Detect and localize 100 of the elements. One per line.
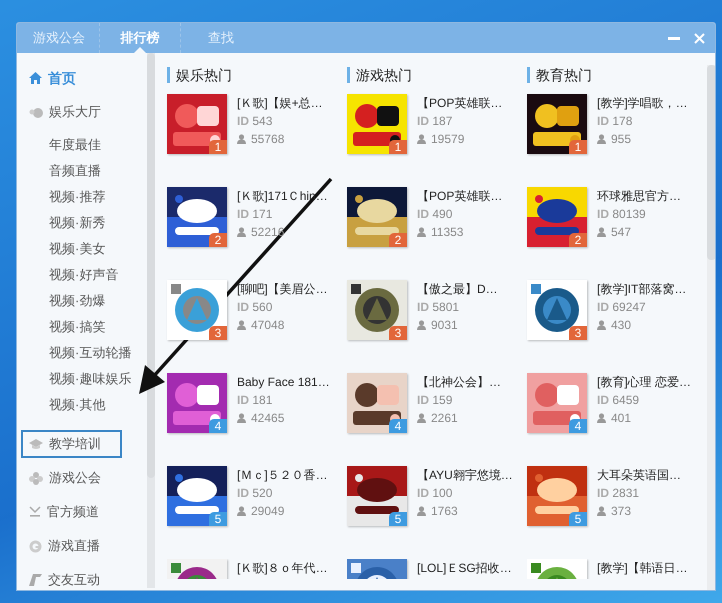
user-icon xyxy=(597,506,606,516)
room-title[interactable]: [教学]IT部落窝… xyxy=(597,280,686,298)
room-title[interactable]: [Ｍｃ]５２０香… xyxy=(237,466,328,484)
user-icon xyxy=(237,320,246,330)
rank-badge: 3 xyxy=(389,326,407,340)
rank-badge: 5 xyxy=(209,512,227,526)
tray-icon xyxy=(29,506,41,518)
close-icon[interactable] xyxy=(694,32,705,44)
sound-icon xyxy=(29,106,43,118)
room-id: ID 6459 xyxy=(597,392,640,409)
user-icon xyxy=(417,320,426,330)
room-title[interactable]: 【POP英雄联… xyxy=(417,187,502,205)
user-count: 2261 xyxy=(431,410,458,427)
user-icon xyxy=(237,506,246,516)
rank-badge: 2 xyxy=(389,233,407,247)
room-title[interactable]: [聊吧]【美眉公… xyxy=(237,280,328,298)
user-count: 55768 xyxy=(251,131,284,148)
rank-badge: 5 xyxy=(569,512,587,526)
user-count: 373 xyxy=(611,503,632,520)
column-title: 游戏热门 xyxy=(356,66,412,84)
sidebar-subitem[interactable]: 视频·好声音 xyxy=(21,262,145,288)
column-title: 娱乐热门 xyxy=(176,66,232,84)
rank-badge: 4 xyxy=(569,419,587,433)
room-id: ID 181 xyxy=(237,392,272,409)
room-title[interactable]: 环球雅思官方… xyxy=(597,187,681,205)
graduation-cap-icon xyxy=(29,438,43,450)
room-id: ID 159 xyxy=(417,392,452,409)
rank-badge: 3 xyxy=(209,326,227,340)
sidebar-subitem[interactable]: 音频直播 xyxy=(21,158,145,184)
room-title[interactable]: [教学]学唱歌，… xyxy=(597,94,688,112)
user-icon xyxy=(597,227,606,237)
user-count: 29049 xyxy=(251,503,284,520)
user-count: 47048 xyxy=(251,317,284,334)
sidebar-subitem[interactable]: 视频·美女 xyxy=(21,236,145,262)
sidebar-subitem[interactable]: 年度最佳 xyxy=(21,132,145,158)
room-title[interactable]: [教学]【韩语日… xyxy=(597,559,688,577)
rank-badge: 1 xyxy=(209,140,227,154)
minimize-icon[interactable] xyxy=(668,36,680,40)
room-id: ID 520 xyxy=(237,485,272,502)
room-title[interactable]: 【AYU翱宇悠境… xyxy=(417,466,513,484)
sidebar-subitem[interactable]: 视频·劲爆 xyxy=(21,288,145,314)
sidebar-subitem[interactable]: 视频·互动轮播 xyxy=(21,340,145,366)
room-title[interactable]: 【POP英雄联… xyxy=(417,94,502,112)
room-title[interactable]: 大耳朵英语国… xyxy=(597,466,681,484)
user-count: 9031 xyxy=(431,317,458,334)
rank-badge: 2 xyxy=(569,233,587,247)
sidebar-item[interactable]: 游戏公会 xyxy=(21,464,122,492)
user-count: 430 xyxy=(611,317,632,334)
sidebar-item[interactable]: 教学培训 xyxy=(21,430,122,458)
scrollbar[interactable] xyxy=(707,65,715,590)
user-count: 401 xyxy=(611,410,632,427)
user-icon xyxy=(597,134,606,144)
room-title[interactable]: [LOL]ＥSG招收… xyxy=(417,559,512,577)
room-id: ID 80139 xyxy=(597,206,646,223)
room-id: ID 2831 xyxy=(597,485,640,502)
sidebar-subitem[interactable]: 视频·搞笑 xyxy=(21,314,145,340)
room-title[interactable]: [教育]心理 恋爱… xyxy=(597,373,692,391)
room-title[interactable]: 【北神公会】… xyxy=(417,373,501,391)
room-id: ID 543 xyxy=(237,113,272,130)
rank-badge: 1 xyxy=(569,140,587,154)
room-title[interactable]: [Ｋ歌]【娱+总… xyxy=(237,94,323,112)
room-title[interactable]: Baby Face 181… xyxy=(237,373,330,391)
rank-badge: 5 xyxy=(389,512,407,526)
room-title[interactable]: 【傲之最】D… xyxy=(417,280,498,298)
room-id: ID 171 xyxy=(237,206,272,223)
sidebar-subitem[interactable]: 视频·推荐 xyxy=(21,184,145,210)
sidebar-item[interactable]: 交友互动 xyxy=(21,566,122,590)
rank-badge: 4 xyxy=(209,419,227,433)
sidebar-item[interactable]: 娱乐大厅 xyxy=(21,98,122,126)
rank-badge: 1 xyxy=(389,140,407,154)
rank-badge: 4 xyxy=(389,419,407,433)
user-count: 547 xyxy=(611,224,632,241)
room-id: ID 69247 xyxy=(597,299,646,316)
sidebar-subitem[interactable]: 视频·其他 xyxy=(21,392,145,418)
room-id: ID 560 xyxy=(237,299,272,316)
room-id: ID 5801 xyxy=(417,299,460,316)
user-icon xyxy=(417,227,426,237)
sidebar-subitem[interactable]: 视频·趣味娱乐 xyxy=(21,366,145,392)
user-count: 955 xyxy=(611,131,632,148)
user-icon xyxy=(237,134,246,144)
user-icon xyxy=(237,413,246,423)
user-count: 1763 xyxy=(431,503,458,520)
rank-badge: 2 xyxy=(209,233,227,247)
sidebar-item[interactable]: 官方频道 xyxy=(21,498,122,526)
column-title: 教育热门 xyxy=(536,66,592,84)
user-icon xyxy=(417,134,426,144)
scrollbar[interactable] xyxy=(147,53,155,588)
sidebar-item[interactable]: 游戏直播 xyxy=(21,532,122,560)
user-icon xyxy=(597,320,606,330)
room-title[interactable]: [Ｋ歌]８ｏ年代… xyxy=(237,559,328,577)
user-icon xyxy=(597,413,606,423)
home-icon xyxy=(29,72,42,84)
room-id: ID 178 xyxy=(597,113,632,130)
user-icon xyxy=(237,227,246,237)
user-icon xyxy=(417,506,426,516)
room-id: ID 490 xyxy=(417,206,452,223)
gamepad-icon xyxy=(29,472,43,484)
room-id: ID 187 xyxy=(417,113,452,130)
room-id: ID 100 xyxy=(417,485,452,502)
sidebar-subitem[interactable]: 视频·新秀 xyxy=(21,210,145,236)
